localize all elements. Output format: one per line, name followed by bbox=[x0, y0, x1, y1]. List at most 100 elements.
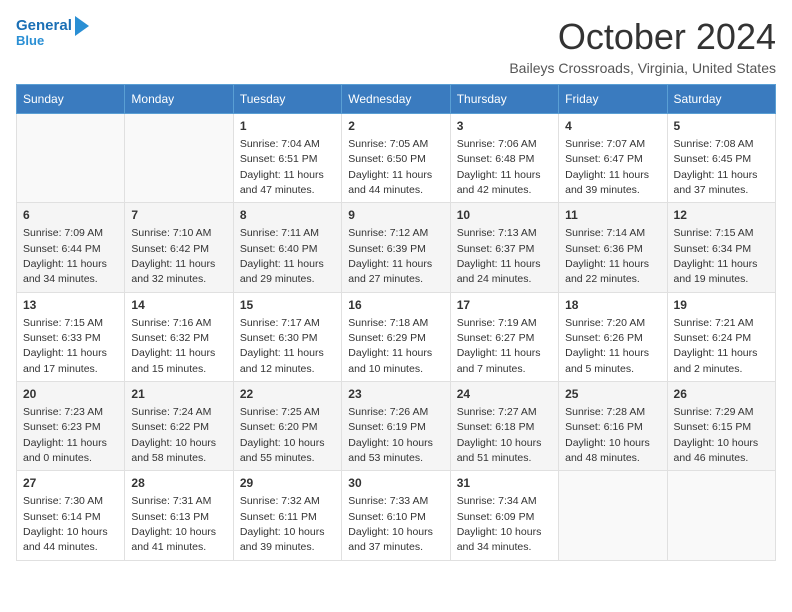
cell-line: Daylight: 11 hours and 19 minutes. bbox=[674, 258, 758, 285]
cell-line: Daylight: 10 hours and 53 minutes. bbox=[348, 437, 433, 464]
calendar-cell: 15Sunrise: 7:17 AMSunset: 6:30 PMDayligh… bbox=[233, 292, 341, 381]
calendar-cell: 16Sunrise: 7:18 AMSunset: 6:29 PMDayligh… bbox=[342, 292, 450, 381]
day-number: 2 bbox=[348, 118, 443, 135]
cell-line: Sunrise: 7:07 AM bbox=[565, 138, 645, 150]
day-number: 10 bbox=[457, 207, 552, 224]
cell-line: Daylight: 10 hours and 51 minutes. bbox=[457, 437, 542, 464]
cell-line: Sunset: 6:20 PM bbox=[240, 421, 318, 433]
day-number: 18 bbox=[565, 297, 660, 314]
cell-line: Daylight: 11 hours and 27 minutes. bbox=[348, 258, 432, 285]
day-number: 29 bbox=[240, 475, 335, 492]
cell-line: Sunrise: 7:18 AM bbox=[348, 317, 428, 329]
day-header-sunday: Sunday bbox=[17, 85, 125, 114]
calendar-cell: 5Sunrise: 7:08 AMSunset: 6:45 PMDaylight… bbox=[667, 114, 775, 203]
calendar-cell: 19Sunrise: 7:21 AMSunset: 6:24 PMDayligh… bbox=[667, 292, 775, 381]
cell-line: Daylight: 11 hours and 47 minutes. bbox=[240, 169, 324, 196]
calendar-week-row: 20Sunrise: 7:23 AMSunset: 6:23 PMDayligh… bbox=[17, 382, 776, 471]
calendar-cell: 18Sunrise: 7:20 AMSunset: 6:26 PMDayligh… bbox=[559, 292, 667, 381]
cell-line: Daylight: 10 hours and 48 minutes. bbox=[565, 437, 650, 464]
day-number: 30 bbox=[348, 475, 443, 492]
day-header-saturday: Saturday bbox=[667, 85, 775, 114]
cell-line: Sunset: 6:32 PM bbox=[131, 332, 209, 344]
cell-line: Daylight: 11 hours and 7 minutes. bbox=[457, 347, 541, 374]
cell-line: Sunrise: 7:09 AM bbox=[23, 227, 103, 239]
day-number: 26 bbox=[674, 386, 769, 403]
cell-line: Sunset: 6:14 PM bbox=[23, 511, 101, 523]
cell-line: Sunrise: 7:13 AM bbox=[457, 227, 537, 239]
cell-line: Daylight: 10 hours and 34 minutes. bbox=[457, 526, 542, 553]
cell-line: Daylight: 11 hours and 29 minutes. bbox=[240, 258, 324, 285]
day-header-tuesday: Tuesday bbox=[233, 85, 341, 114]
cell-line: Sunset: 6:18 PM bbox=[457, 421, 535, 433]
day-number: 7 bbox=[131, 207, 226, 224]
logo-text: General bbox=[16, 18, 72, 35]
calendar-cell: 25Sunrise: 7:28 AMSunset: 6:16 PMDayligh… bbox=[559, 382, 667, 471]
day-number: 17 bbox=[457, 297, 552, 314]
cell-line: Sunset: 6:19 PM bbox=[348, 421, 426, 433]
cell-line: Daylight: 11 hours and 22 minutes. bbox=[565, 258, 649, 285]
cell-line: Sunrise: 7:23 AM bbox=[23, 406, 103, 418]
cell-line: Daylight: 10 hours and 44 minutes. bbox=[23, 526, 108, 553]
calendar-cell bbox=[667, 471, 775, 560]
cell-line: Sunset: 6:15 PM bbox=[674, 421, 752, 433]
calendar-cell: 10 Sunrise: 7:13 AM Sunset: 6:37 PM Dayligh… bbox=[450, 203, 558, 292]
calendar-cell: 9Sunrise: 7:12 AMSunset: 6:39 PMDaylight… bbox=[342, 203, 450, 292]
cell-line: Sunrise: 7:15 AM bbox=[674, 227, 754, 239]
calendar-cell: 30Sunrise: 7:33 AMSunset: 6:10 PMDayligh… bbox=[342, 471, 450, 560]
cell-line: Daylight: 10 hours and 37 minutes. bbox=[348, 526, 433, 553]
calendar-cell: 11Sunrise: 7:14 AMSunset: 6:36 PMDayligh… bbox=[559, 203, 667, 292]
cell-line: Sunrise: 7:10 AM bbox=[131, 227, 211, 239]
calendar-cell: 22Sunrise: 7:25 AMSunset: 6:20 PMDayligh… bbox=[233, 382, 341, 471]
cell-line: Sunset: 6:39 PM bbox=[348, 243, 426, 255]
cell-line: Sunset: 6:51 PM bbox=[240, 153, 318, 165]
cell-line: Sunset: 6:13 PM bbox=[131, 511, 209, 523]
cell-line: Sunrise: 7:08 AM bbox=[674, 138, 754, 150]
calendar-cell: 24Sunrise: 7:27 AMSunset: 6:18 PMDayligh… bbox=[450, 382, 558, 471]
title-block: October 2024 Baileys Crossroads, Virgini… bbox=[509, 16, 776, 76]
cell-line: Daylight: 11 hours and 24 minutes. bbox=[457, 258, 541, 285]
cell-line: Sunrise: 7:27 AM bbox=[457, 406, 537, 418]
cell-line: Daylight: 10 hours and 41 minutes. bbox=[131, 526, 216, 553]
cell-line: Sunset: 6:34 PM bbox=[674, 243, 752, 255]
cell-line: Sunrise: 7:16 AM bbox=[131, 317, 211, 329]
calendar-cell: 13Sunrise: 7:15 AMSunset: 6:33 PMDayligh… bbox=[17, 292, 125, 381]
calendar-cell: 28Sunrise: 7:31 AMSunset: 6:13 PMDayligh… bbox=[125, 471, 233, 560]
calendar-cell: 29Sunrise: 7:32 AMSunset: 6:11 PMDayligh… bbox=[233, 471, 341, 560]
calendar-cell: 6Sunrise: 7:09 AMSunset: 6:44 PMDaylight… bbox=[17, 203, 125, 292]
cell-line: Daylight: 11 hours and 39 minutes. bbox=[565, 169, 649, 196]
day-number: 13 bbox=[23, 297, 118, 314]
calendar-cell: 21Sunrise: 7:24 AMSunset: 6:22 PMDayligh… bbox=[125, 382, 233, 471]
day-number: 3 bbox=[457, 118, 552, 135]
calendar-cell bbox=[125, 114, 233, 203]
cell-line: Sunrise: 7:30 AM bbox=[23, 495, 103, 507]
calendar-cell: 17Sunrise: 7:19 AMSunset: 6:27 PMDayligh… bbox=[450, 292, 558, 381]
calendar-cell: 7Sunrise: 7:10 AMSunset: 6:42 PMDaylight… bbox=[125, 203, 233, 292]
cell-line: Sunrise: 7:17 AM bbox=[240, 317, 320, 329]
calendar-cell: 4Sunrise: 7:07 AMSunset: 6:47 PMDaylight… bbox=[559, 114, 667, 203]
cell-line: Sunset: 6:48 PM bbox=[457, 153, 535, 165]
day-number: 8 bbox=[240, 207, 335, 224]
cell-line: Sunset: 6:44 PM bbox=[23, 243, 101, 255]
cell-line: Daylight: 11 hours and 0 minutes. bbox=[23, 437, 107, 464]
day-number: 22 bbox=[240, 386, 335, 403]
calendar-table: SundayMondayTuesdayWednesdayThursdayFrid… bbox=[16, 84, 776, 561]
cell-line: Sunset: 6:45 PM bbox=[674, 153, 752, 165]
day-number: 11 bbox=[565, 207, 660, 224]
cell-line: Sunrise: 7:28 AM bbox=[565, 406, 645, 418]
cell-line: Sunset: 6:11 PM bbox=[240, 511, 317, 523]
day-header-thursday: Thursday bbox=[450, 85, 558, 114]
cell-line: Daylight: 11 hours and 42 minutes. bbox=[457, 169, 541, 196]
day-header-wednesday: Wednesday bbox=[342, 85, 450, 114]
calendar-week-row: 1Sunrise: 7:04 AMSunset: 6:51 PMDaylight… bbox=[17, 114, 776, 203]
cell-line: Sunrise: 7:31 AM bbox=[131, 495, 211, 507]
cell-line: Sunrise: 7:33 AM bbox=[348, 495, 428, 507]
logo-blue: Blue bbox=[16, 34, 44, 48]
cell-line: Sunset: 6:37 PM bbox=[457, 243, 535, 255]
cell-line: Sunset: 6:50 PM bbox=[348, 153, 426, 165]
cell-line: Daylight: 11 hours and 32 minutes. bbox=[131, 258, 215, 285]
calendar-cell: 27Sunrise: 7:30 AMSunset: 6:14 PMDayligh… bbox=[17, 471, 125, 560]
cell-line: Sunrise: 7:14 AM bbox=[565, 227, 645, 239]
cell-line: Sunset: 6:30 PM bbox=[240, 332, 318, 344]
cell-line: Daylight: 10 hours and 58 minutes. bbox=[131, 437, 216, 464]
day-number: 20 bbox=[23, 386, 118, 403]
